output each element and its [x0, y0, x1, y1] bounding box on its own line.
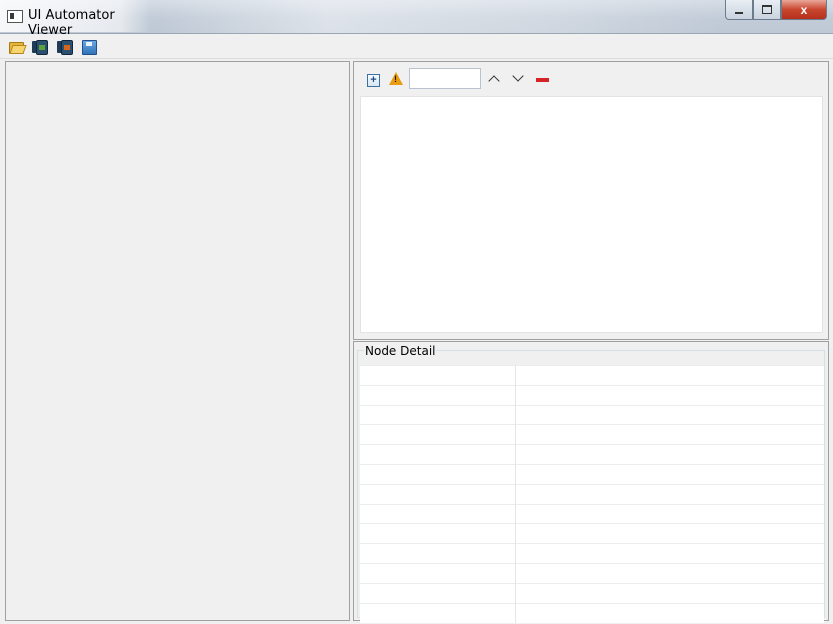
- property-value-cell: [515, 582, 824, 604]
- property-value-cell: [515, 424, 824, 445]
- table-row[interactable]: [360, 404, 824, 425]
- chevron-down-icon[interactable]: [512, 70, 524, 82]
- table-row[interactable]: [360, 503, 824, 524]
- node-detail-group: [357, 350, 825, 623]
- property-value-cell: [515, 404, 824, 425]
- property-value-cell: [515, 483, 824, 505]
- main-toolbar: [0, 34, 833, 59]
- minimize-button[interactable]: [725, 0, 753, 20]
- table-row[interactable]: [360, 444, 824, 465]
- table-row[interactable]: [360, 424, 824, 445]
- property-value-cell: [515, 365, 824, 386]
- window-controls: x: [725, 0, 827, 20]
- property-key-cell: [360, 562, 516, 584]
- property-value-cell: [515, 463, 824, 485]
- property-key-cell: [360, 365, 516, 386]
- table-row[interactable]: [360, 582, 824, 604]
- table-row[interactable]: [360, 523, 824, 544]
- title-area: UI Automator Viewer: [0, 0, 150, 38]
- property-value-cell: [515, 602, 824, 623]
- minus-icon[interactable]: [536, 78, 549, 82]
- property-key-cell: [360, 424, 516, 445]
- device-screenshot-icon[interactable]: [32, 40, 48, 55]
- save-icon[interactable]: [82, 40, 97, 55]
- table-row[interactable]: [360, 483, 824, 505]
- property-value-cell: [515, 444, 824, 465]
- property-key-cell: [360, 582, 516, 604]
- table-row[interactable]: [360, 384, 824, 406]
- table-row[interactable]: [360, 602, 824, 623]
- property-value-cell: [515, 503, 824, 524]
- property-key-cell: [360, 404, 516, 425]
- property-value-cell: [515, 543, 824, 564]
- screenshot-pane[interactable]: [5, 61, 350, 621]
- node-detail-title: Node Detail: [364, 344, 437, 358]
- table-row[interactable]: [360, 365, 824, 386]
- property-key-cell: [360, 523, 516, 544]
- title-bar-background: [160, 0, 720, 33]
- property-key-cell: [360, 444, 516, 465]
- search-input[interactable]: [409, 68, 481, 89]
- close-button[interactable]: x: [781, 0, 827, 20]
- property-value-cell: [515, 384, 824, 406]
- title-bar: UI Automator Viewer x: [0, 0, 833, 38]
- minimize-icon: [735, 11, 743, 14]
- table-row[interactable]: [360, 543, 824, 564]
- node-detail-pane: Node Detail: [353, 341, 829, 623]
- maximize-icon: [762, 5, 772, 14]
- table-row[interactable]: [360, 562, 824, 584]
- maximize-button[interactable]: [753, 0, 781, 20]
- property-value-cell: [515, 562, 824, 584]
- chevron-up-icon[interactable]: [488, 71, 500, 87]
- table-row[interactable]: [360, 463, 824, 485]
- node-detail-table[interactable]: [360, 365, 824, 623]
- hierarchy-pane: + !: [353, 61, 829, 340]
- property-value-cell: [515, 523, 824, 544]
- property-key-cell: [360, 602, 516, 623]
- property-key-cell: [360, 503, 516, 524]
- expand-all-icon[interactable]: +: [367, 74, 380, 87]
- property-key-cell: [360, 384, 516, 406]
- device-screenshot-compressed-icon[interactable]: [57, 40, 73, 55]
- app-icon: [7, 10, 23, 23]
- hierarchy-tree[interactable]: [360, 96, 823, 333]
- close-icon: x: [800, 2, 808, 17]
- hierarchy-toolbar: + !: [354, 62, 828, 95]
- property-key-cell: [360, 463, 516, 485]
- folder-open-icon[interactable]: [9, 40, 27, 54]
- property-key-cell: [360, 483, 516, 505]
- property-key-cell: [360, 543, 516, 564]
